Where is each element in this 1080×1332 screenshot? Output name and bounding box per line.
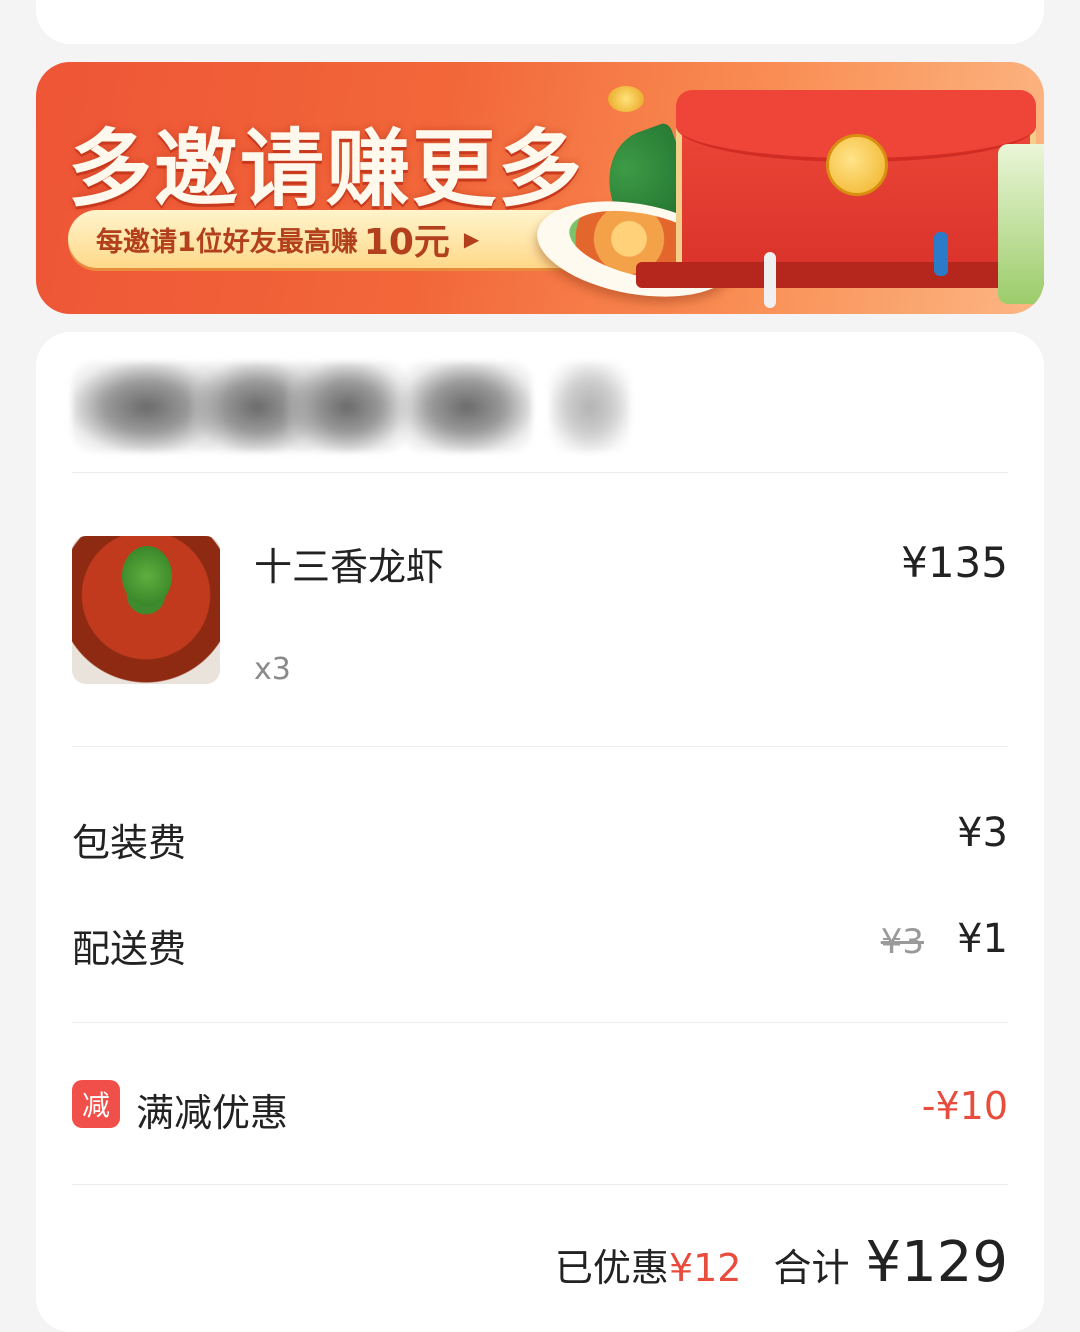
garnish (122, 546, 172, 606)
saved-value: ¥12 (668, 1246, 742, 1290)
divider (72, 1022, 1008, 1023)
total-label: 合计 (773, 1246, 850, 1290)
person-figure-decoration (934, 232, 948, 276)
store-name-redacted (72, 362, 632, 462)
delivery-fee-original: ¥3 (880, 922, 924, 962)
banner-subtitle-pill[interactable]: 每邀请1位好友最高赚 10元 ▶ (68, 210, 588, 268)
saved-label: 已优惠 (554, 1246, 669, 1290)
person-figure-decoration (764, 252, 776, 308)
redaction-blur (402, 362, 532, 452)
divider (72, 472, 1008, 473)
delivery-fee-label: 配送费 (72, 927, 187, 971)
banner-subtitle-amount: 10元 (363, 222, 450, 263)
divider (72, 1184, 1008, 1185)
item-quantity: x3 (254, 652, 291, 687)
divider (72, 746, 1008, 747)
redaction-blur (550, 362, 630, 452)
play-arrow-icon: ▶ (463, 227, 480, 251)
discount-badge-icon: 减 (72, 1080, 120, 1128)
order-detail-card: 十三香龙虾 x3 ¥135 包装费 ¥3 配送费 ¥3 ¥1 减 满减优惠 -¥… (36, 332, 1044, 1332)
item-name: 十三香龙虾 (254, 545, 445, 589)
coin-icon (608, 86, 644, 112)
delivery-fee-value: ¥1 (957, 916, 1008, 962)
stage-decoration (636, 262, 1044, 288)
total-value: ¥129 (865, 1230, 1008, 1295)
item-thumbnail[interactable] (72, 536, 220, 684)
item-price: ¥135 (901, 538, 1008, 587)
invite-banner[interactable]: 多邀请赚更多 每邀请1位好友最高赚 10元 ▶ (36, 62, 1044, 314)
banner-title: 多邀请赚更多 (68, 120, 585, 218)
drink-decoration (998, 144, 1044, 304)
coin-seal-icon (826, 134, 888, 196)
packaging-fee-value: ¥3 (957, 810, 1008, 856)
redaction-blur (287, 362, 407, 452)
banner-subtitle-text: 每邀请1位好友最高赚 (96, 226, 358, 258)
top-card (36, 0, 1044, 44)
discount-value: -¥10 (921, 1084, 1008, 1128)
discount-label: 满减优惠 (136, 1091, 289, 1135)
order-summary: 已优惠 ¥12 合计 ¥129 (555, 1230, 1008, 1295)
packaging-fee-label: 包装费 (72, 821, 187, 865)
